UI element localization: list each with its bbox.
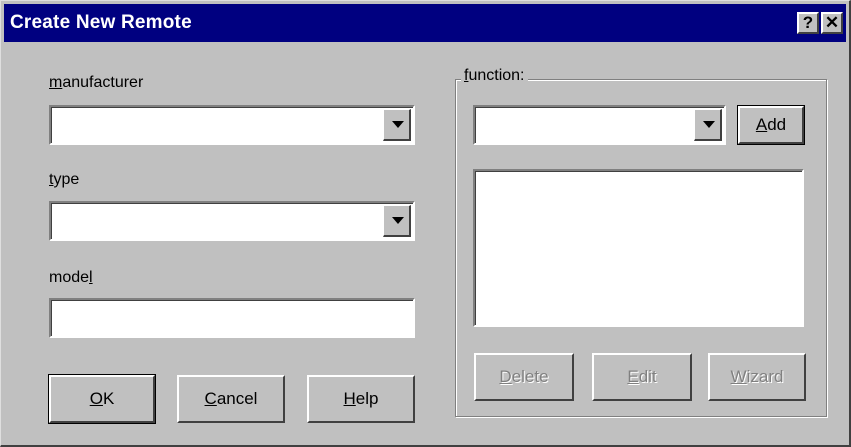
type-label: type: [49, 171, 80, 188]
function-dropdown[interactable]: [473, 105, 726, 145]
delete-button[interactable]: Delete: [474, 353, 574, 401]
edit-button[interactable]: Edit: [592, 353, 692, 401]
add-button[interactable]: Add: [737, 105, 805, 145]
cancel-button[interactable]: Cancel: [177, 375, 285, 423]
type-dropdown[interactable]: [49, 201, 415, 241]
window-title: Create New Remote: [10, 12, 192, 33]
type-dropdown-button[interactable]: [383, 205, 411, 237]
function-dropdown-button[interactable]: [694, 109, 722, 141]
manufacturer-label: manufacturer: [49, 74, 144, 91]
close-button[interactable]: ✕: [821, 12, 843, 34]
chevron-down-icon: [392, 217, 404, 224]
model-label: model: [49, 269, 93, 286]
chevron-down-icon: [703, 121, 715, 128]
function-group-label: function:: [461, 67, 528, 85]
function-list[interactable]: [473, 169, 804, 327]
context-help-button[interactable]: ?: [797, 12, 819, 34]
ok-button[interactable]: OK: [48, 374, 156, 424]
help-button[interactable]: Help: [307, 375, 415, 423]
model-input[interactable]: [49, 298, 415, 338]
manufacturer-dropdown-button[interactable]: [383, 109, 411, 141]
title-bar[interactable]: Create New Remote ? ✕: [4, 4, 846, 42]
chevron-down-icon: [392, 121, 404, 128]
create-new-remote-dialog: Create New Remote ? ✕ manufacturer type …: [0, 0, 851, 447]
wizard-button[interactable]: Wizard: [708, 353, 806, 401]
manufacturer-dropdown[interactable]: [49, 105, 415, 145]
